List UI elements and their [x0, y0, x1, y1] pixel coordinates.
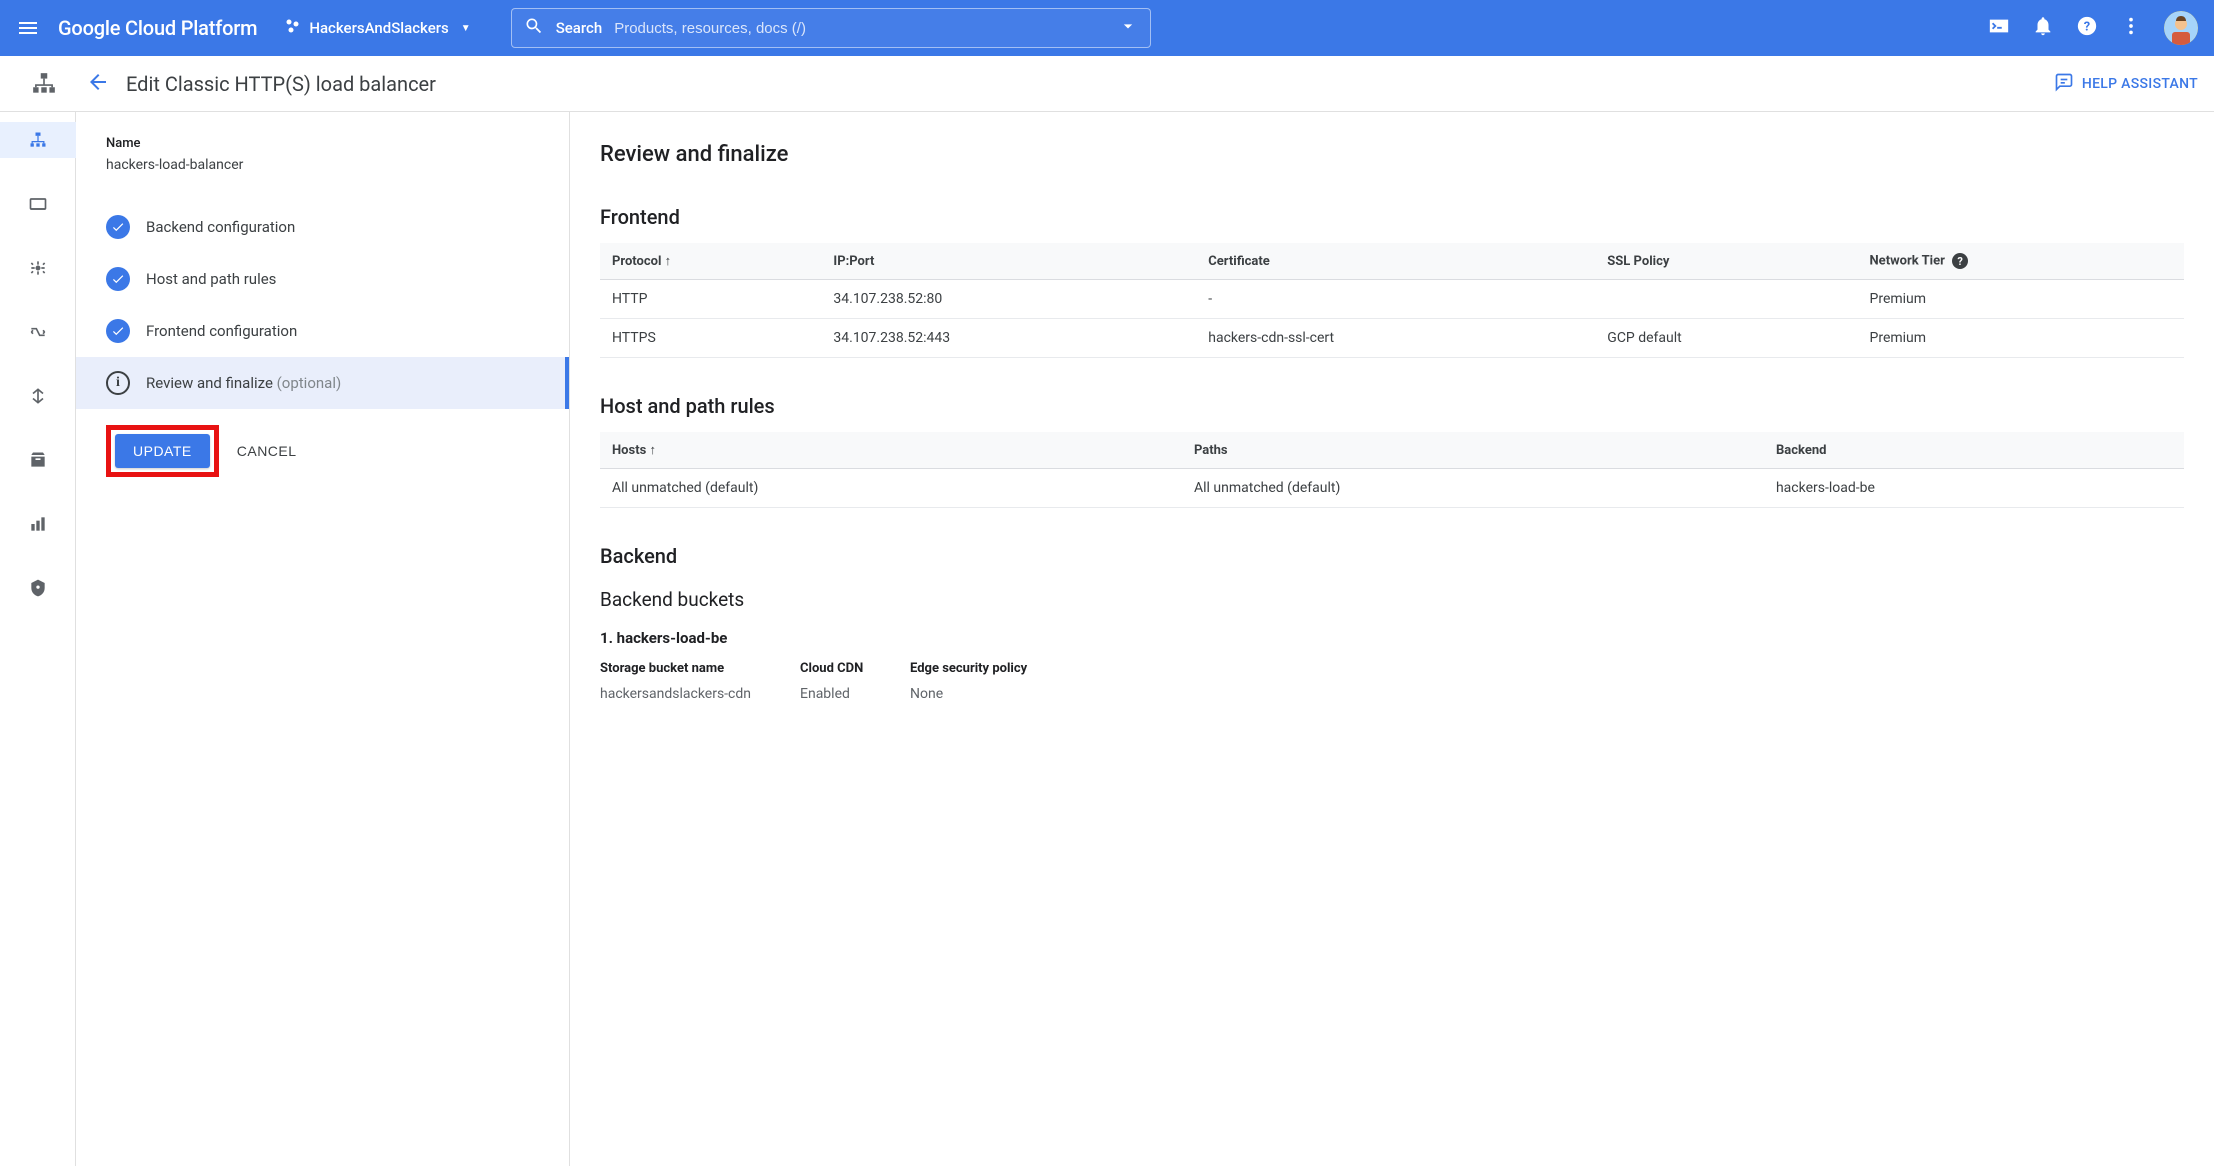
step-review-finalize[interactable]: i Review and finalize (optional)	[76, 357, 569, 409]
rail-item-instances[interactable]	[16, 186, 60, 222]
review-title: Review and finalize	[600, 142, 2184, 167]
frontend-heading: Frontend	[600, 205, 2184, 229]
rail-item-nat[interactable]	[16, 314, 60, 350]
notifications-icon[interactable]	[2032, 15, 2054, 41]
highlight-box: UPDATE	[106, 425, 219, 477]
col-hosts[interactable]: Hosts	[600, 432, 1182, 469]
gcp-logo[interactable]: Google Cloud Platform	[58, 16, 257, 40]
menu-icon[interactable]	[16, 16, 40, 40]
rail-item-load-balancing[interactable]	[0, 122, 76, 158]
help-assistant-button[interactable]: HELP ASSISTANT	[2054, 72, 2198, 96]
info-icon: i	[106, 371, 130, 395]
chevron-down-icon: ▼	[461, 23, 471, 34]
rail-item-security[interactable]	[16, 570, 60, 606]
search-label: Search	[556, 19, 603, 37]
main: Name hackers-load-balancer Backend confi…	[0, 112, 2214, 1166]
check-icon	[106, 267, 130, 291]
project-picker[interactable]: HackersAndSlackers ▼	[285, 18, 470, 38]
cancel-button[interactable]: CANCEL	[237, 443, 297, 459]
nav-rail	[0, 112, 76, 1166]
rail-item-monitoring[interactable]	[16, 506, 60, 542]
top-actions: ?	[1968, 11, 2198, 45]
check-icon	[106, 215, 130, 239]
rail-item-scale[interactable]	[16, 250, 60, 286]
rail-item-storage[interactable]	[16, 442, 60, 478]
right-panel: Review and finalize Frontend Protocol IP…	[570, 112, 2214, 1166]
svg-text:?: ?	[2084, 20, 2090, 35]
col-network-tier[interactable]: Network Tier ?	[1858, 243, 2185, 280]
step-host-path-rules[interactable]: Host and path rules	[76, 253, 569, 305]
bucket-value-cdn: Enabled	[800, 686, 910, 702]
product-icon[interactable]	[16, 71, 72, 97]
col-certificate[interactable]: Certificate	[1196, 243, 1595, 280]
bucket-grid: Storage bucket name Cloud CDN Edge secur…	[600, 661, 2184, 702]
avatar[interactable]	[2164, 11, 2198, 45]
name-value: hackers-load-balancer	[106, 157, 569, 173]
rail-item-hybrid[interactable]	[16, 378, 60, 414]
bucket-header-cdn: Cloud CDN	[800, 661, 910, 676]
bucket-value-storage: hackersandslackers-cdn	[600, 686, 800, 702]
backend-buckets-heading: Backend buckets	[600, 588, 2184, 611]
left-panel: Name hackers-load-balancer Backend confi…	[76, 112, 570, 1166]
help-icon[interactable]: ?	[2076, 15, 2098, 41]
project-icon	[285, 18, 301, 38]
cloud-shell-icon[interactable]	[1988, 15, 2010, 41]
table-row: HTTPS 34.107.238.52:443 hackers-cdn-ssl-…	[600, 319, 2184, 358]
col-ssl-policy[interactable]: SSL Policy	[1595, 243, 1857, 280]
help-icon[interactable]: ?	[1952, 253, 1968, 269]
backend-heading: Backend	[600, 544, 2184, 568]
more-icon[interactable]	[2120, 15, 2142, 41]
frontend-table: Protocol IP:Port Certificate SSL Policy …	[600, 243, 2184, 358]
bucket-value-edge: None	[910, 686, 2184, 702]
search-icon	[524, 16, 544, 40]
step-label: Host and path rules	[146, 270, 276, 288]
step-frontend-configuration[interactable]: Frontend configuration	[76, 305, 569, 357]
hostpath-heading: Host and path rules	[600, 394, 2184, 418]
action-row: UPDATE CANCEL	[106, 425, 569, 477]
sub-bar: Edit Classic HTTP(S) load balancer HELP …	[0, 56, 2214, 112]
step-label: Backend configuration	[146, 218, 295, 236]
table-row: All unmatched (default) All unmatched (d…	[600, 469, 2184, 508]
chat-icon	[2054, 72, 2074, 96]
search-input[interactable]	[614, 20, 1109, 37]
search-box[interactable]: Search	[511, 8, 1151, 48]
page-title: Edit Classic HTTP(S) load balancer	[126, 72, 2054, 96]
col-ipport[interactable]: IP:Port	[821, 243, 1196, 280]
step-label: Review and finalize (optional)	[146, 374, 341, 392]
step-list: Backend configuration Host and path rule…	[76, 201, 569, 409]
bucket-header-edge: Edge security policy	[910, 661, 2184, 676]
step-backend-configuration[interactable]: Backend configuration	[76, 201, 569, 253]
update-button[interactable]: UPDATE	[115, 434, 210, 468]
name-label: Name	[106, 136, 569, 151]
hostpath-table: Hosts Paths Backend All unmatched (defau…	[600, 432, 2184, 508]
project-name: HackersAndSlackers	[309, 19, 448, 37]
back-arrow-icon[interactable]	[86, 70, 110, 98]
check-icon	[106, 319, 130, 343]
col-protocol[interactable]: Protocol	[600, 243, 821, 280]
table-row: HTTP 34.107.238.52:80 - Premium	[600, 280, 2184, 319]
bucket-header-storage: Storage bucket name	[600, 661, 800, 676]
search-chevron-down-icon[interactable]	[1118, 16, 1138, 40]
col-backend[interactable]: Backend	[1764, 432, 2184, 469]
bucket-title: 1. hackers-load-be	[600, 629, 2184, 647]
top-bar: Google Cloud Platform HackersAndSlackers…	[0, 0, 2214, 56]
step-label: Frontend configuration	[146, 322, 297, 340]
col-paths[interactable]: Paths	[1182, 432, 1764, 469]
